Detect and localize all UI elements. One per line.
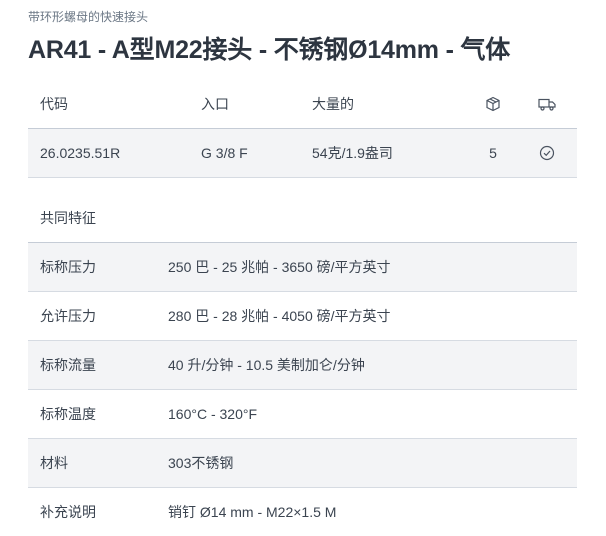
- check-circle-icon: [538, 129, 556, 177]
- product-table: 代码 入口 大量的 26.0235.51R G 3/8 F 54克/1.9盎司 …: [28, 80, 577, 178]
- feature-row: 标称流量 40 升/分钟 - 10.5 美制加仑/分钟: [28, 341, 577, 390]
- feature-label: 材料: [40, 455, 68, 471]
- feature-value: 250 巴 - 25 兆帕 - 3650 磅/平方英寸: [168, 259, 391, 275]
- feature-value: 280 巴 - 28 兆帕 - 4050 磅/平方英寸: [168, 308, 391, 324]
- row-quantity: 5: [489, 145, 497, 161]
- common-features: 共同特征 标称压力 250 巴 - 25 兆帕 - 3650 磅/平方英寸 允许…: [28, 194, 577, 536]
- page: 带环形螺母的快速接头 AR41 - A型M22接头 - 不锈钢Ø14mm - 气…: [0, 0, 606, 536]
- page-title: AR41 - A型M22接头 - 不锈钢Ø14mm - 气体: [28, 36, 511, 64]
- feature-row: 允许压力 280 巴 - 28 兆帕 - 4050 磅/平方英寸: [28, 292, 577, 341]
- feature-row: 补充说明 销钉 Ø14 mm - M22×1.5 M: [28, 488, 577, 536]
- row-inlet: G 3/8 F: [201, 145, 248, 161]
- feature-label: 补充说明: [40, 504, 96, 520]
- row-code: 26.0235.51R: [40, 145, 121, 161]
- breadcrumb[interactable]: 带环形螺母的快速接头: [28, 8, 148, 25]
- table-row[interactable]: 26.0235.51R G 3/8 F 54克/1.9盎司 5: [28, 129, 577, 178]
- feature-row: 标称压力 250 巴 - 25 兆帕 - 3650 磅/平方英寸: [28, 243, 577, 292]
- header-inlet: 入口: [201, 96, 229, 112]
- feature-value: 160°C - 320°F: [168, 406, 258, 422]
- box-icon: [484, 80, 502, 128]
- feature-label: 标称流量: [40, 357, 96, 373]
- row-weight: 54克/1.9盎司: [312, 145, 393, 161]
- header-code: 代码: [40, 96, 68, 112]
- feature-value: 40 升/分钟 - 10.5 美制加仑/分钟: [168, 357, 365, 373]
- feature-label: 标称压力: [40, 259, 96, 275]
- feature-label: 允许压力: [40, 308, 96, 324]
- header-weight: 大量的: [312, 96, 354, 112]
- feature-row: 材料 303不锈钢: [28, 439, 577, 488]
- feature-label: 标称温度: [40, 406, 96, 422]
- feature-row: 标称温度 160°C - 320°F: [28, 390, 577, 439]
- feature-value: 303不锈钢: [168, 455, 234, 471]
- truck-icon: [538, 80, 556, 128]
- feature-value: 销钉 Ø14 mm - M22×1.5 M: [168, 504, 337, 520]
- table-header-row: 代码 入口 大量的: [28, 80, 577, 129]
- features-title: 共同特征: [28, 194, 577, 243]
